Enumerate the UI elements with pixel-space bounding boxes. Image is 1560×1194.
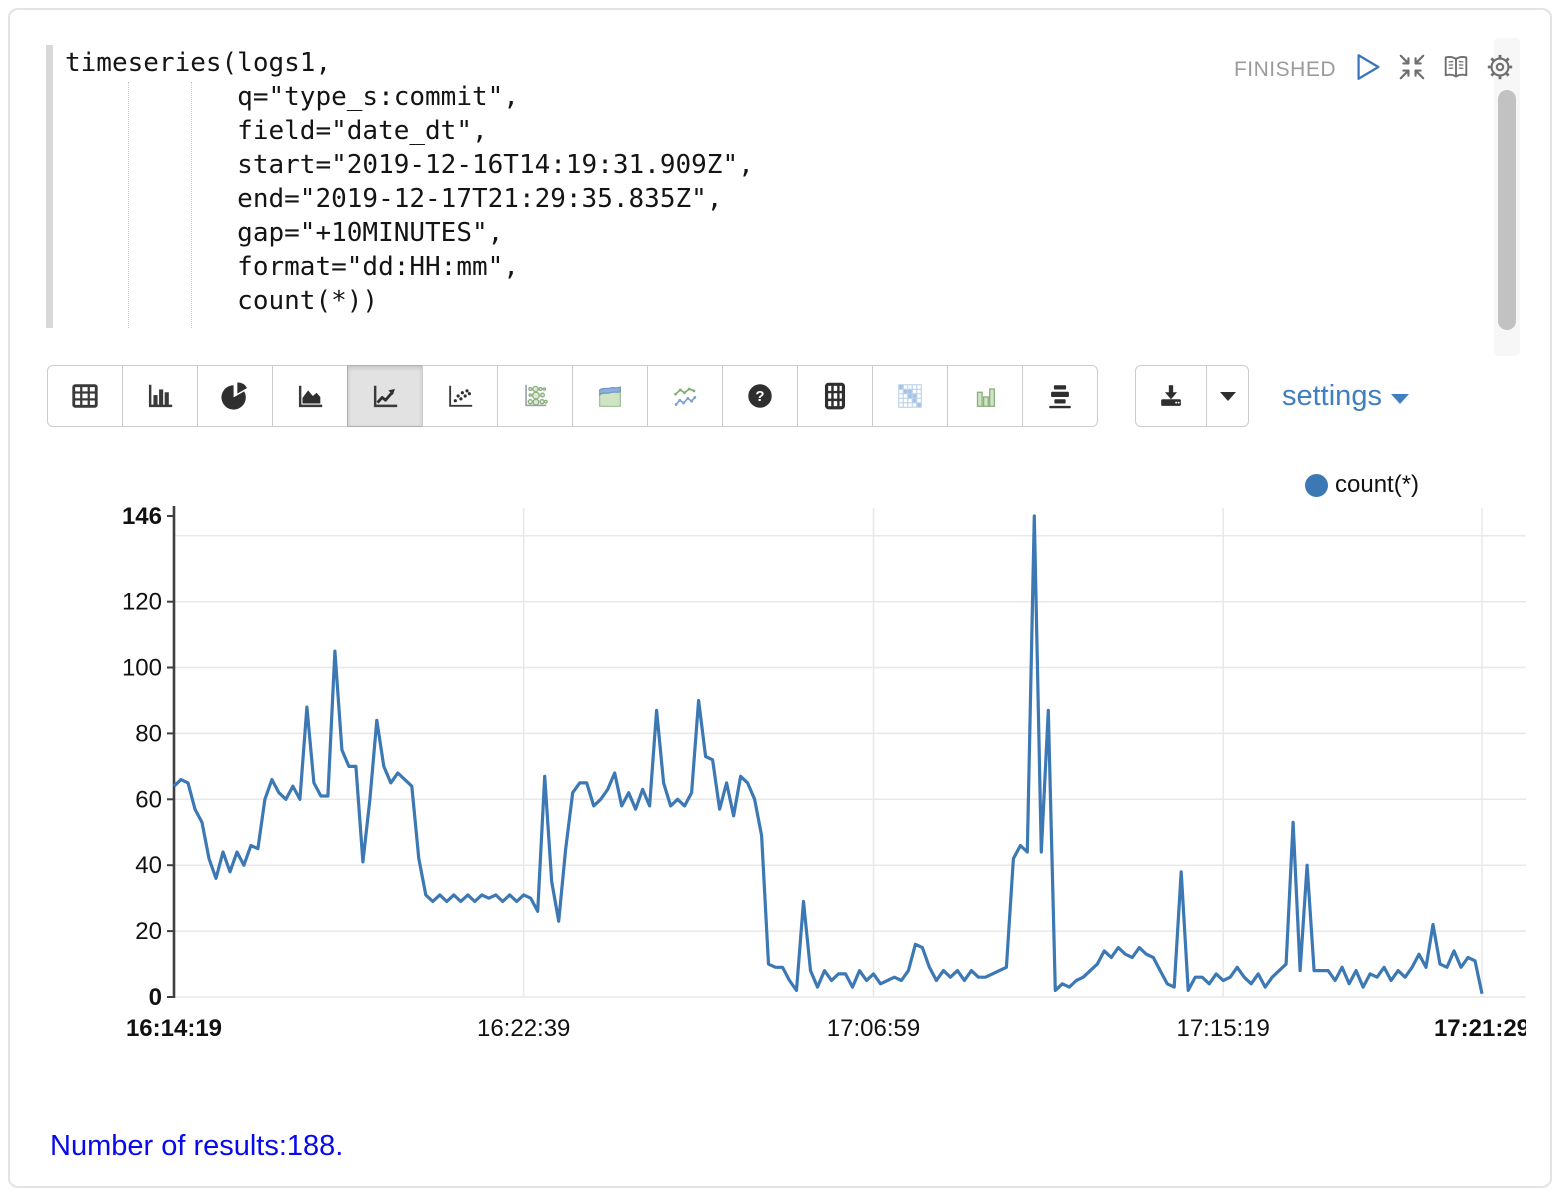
paragraph-status: FINISHED bbox=[1234, 58, 1336, 82]
table-button[interactable] bbox=[47, 365, 123, 427]
download-button[interactable] bbox=[1135, 365, 1207, 427]
display-toolbar: ? settings bbox=[10, 365, 1550, 427]
gear-icon bbox=[1485, 52, 1515, 82]
heatmap-icon bbox=[895, 381, 925, 411]
svg-text:60: 60 bbox=[135, 786, 162, 813]
svg-text:16:22:39: 16:22:39 bbox=[477, 1015, 570, 1042]
bar-chart-icon bbox=[145, 381, 175, 411]
line-chart-icon bbox=[370, 381, 400, 411]
scatter-chart-button[interactable] bbox=[422, 365, 498, 427]
caret-down-icon bbox=[1391, 394, 1409, 404]
collapse-icon bbox=[1397, 52, 1427, 82]
help-icon: ? bbox=[745, 381, 775, 411]
svg-text:120: 120 bbox=[122, 589, 162, 616]
run-button[interactable] bbox=[1351, 50, 1385, 84]
multi-line-chart-button[interactable] bbox=[647, 365, 723, 427]
svg-text:0: 0 bbox=[149, 984, 162, 1011]
help-button[interactable]: ? bbox=[722, 365, 798, 427]
svg-text:17:06:59: 17:06:59 bbox=[827, 1015, 920, 1042]
download-icon bbox=[1156, 381, 1186, 411]
bar-chart-button[interactable] bbox=[122, 365, 198, 427]
timeseries-line-chart[interactable]: 0 20 40 60 80 100 120 146 16:14:19 16:22:39 17:06:… bbox=[10, 442, 1526, 1082]
download-options-button[interactable] bbox=[1206, 365, 1249, 427]
svg-text:146: 146 bbox=[122, 503, 162, 530]
results-count: Number of results:188. bbox=[50, 1130, 343, 1163]
report-icon bbox=[1441, 52, 1471, 82]
matrix-icon bbox=[820, 381, 850, 411]
query-code-editor[interactable]: timeseries(logs1, q="type_s:commit", fie… bbox=[65, 46, 754, 318]
scatter-chart-icon bbox=[445, 381, 475, 411]
svg-text:80: 80 bbox=[135, 720, 162, 747]
paragraph-controls bbox=[1351, 50, 1517, 84]
svg-text:?: ? bbox=[755, 388, 764, 405]
multi-line-chart-icon bbox=[670, 381, 700, 411]
report-button[interactable] bbox=[1439, 50, 1473, 84]
chart-type-toolbar: ? bbox=[47, 365, 1098, 427]
heatmap-button[interactable] bbox=[872, 365, 948, 427]
editor-scrollbar-thumb[interactable] bbox=[1498, 90, 1516, 330]
bubble-chart-button[interactable] bbox=[497, 365, 573, 427]
matrix-button[interactable] bbox=[797, 365, 873, 427]
histogram-button[interactable] bbox=[947, 365, 1023, 427]
settings-link[interactable]: settings bbox=[1282, 365, 1409, 427]
svg-text:20: 20 bbox=[135, 918, 162, 945]
area-chart-button[interactable] bbox=[272, 365, 348, 427]
svg-text:17:21:29: 17:21:29 bbox=[1434, 1015, 1526, 1042]
svg-text:40: 40 bbox=[135, 852, 162, 879]
editor-gutter bbox=[46, 45, 53, 328]
settings-label: settings bbox=[1282, 380, 1382, 413]
paragraph-card: timeseries(logs1, q="type_s:commit", fie… bbox=[8, 8, 1552, 1188]
stacked-area-chart-icon bbox=[595, 381, 625, 411]
svg-text:16:14:19: 16:14:19 bbox=[126, 1015, 222, 1042]
funnel-icon bbox=[1045, 381, 1075, 411]
bubble-chart-icon bbox=[520, 381, 550, 411]
stacked-area-chart-button[interactable] bbox=[572, 365, 648, 427]
pie-chart-icon bbox=[220, 381, 250, 411]
collapse-button[interactable] bbox=[1395, 50, 1429, 84]
line-chart-button[interactable] bbox=[347, 365, 423, 427]
gear-button[interactable] bbox=[1483, 50, 1517, 84]
svg-text:100: 100 bbox=[122, 655, 162, 682]
pie-chart-button[interactable] bbox=[197, 365, 273, 427]
area-chart-icon bbox=[295, 381, 325, 411]
download-group bbox=[1135, 365, 1249, 427]
run-icon bbox=[1352, 51, 1384, 83]
notebook-page: timeseries(logs1, q="type_s:commit", fie… bbox=[0, 0, 1560, 1194]
funnel-button[interactable] bbox=[1022, 365, 1098, 427]
caret-down-icon bbox=[1220, 392, 1236, 401]
svg-text:17:15:19: 17:15:19 bbox=[1176, 1015, 1269, 1042]
histogram-icon bbox=[970, 381, 1000, 411]
table-icon bbox=[70, 381, 100, 411]
editor-scrollbar[interactable] bbox=[1494, 38, 1520, 356]
